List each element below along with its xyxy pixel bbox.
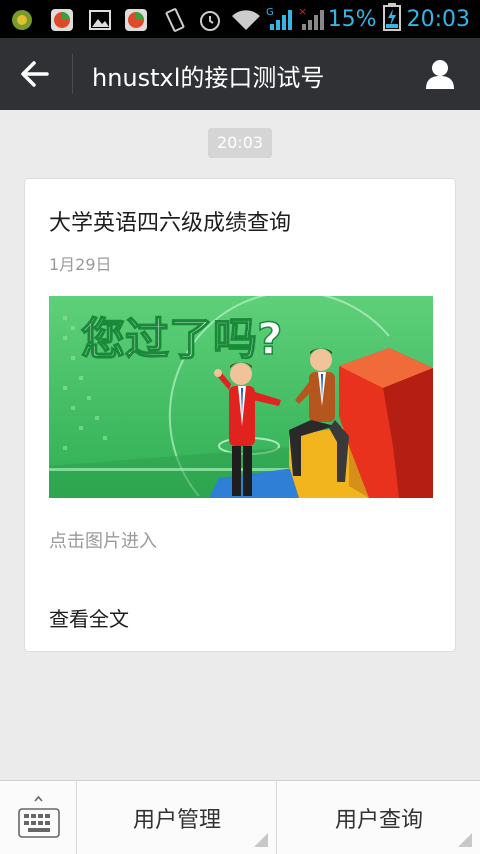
app-icon (10, 8, 34, 36)
network-type-label: G (266, 7, 274, 18)
title-bar: hnustxl的接口测试号 (0, 38, 480, 110)
read-full-text-link[interactable]: 查看全文 (49, 603, 129, 632)
menu-user-query-label: 用户查询 (334, 808, 423, 833)
alarm-icon (198, 8, 222, 36)
message-timestamp: 20:03 (208, 128, 272, 158)
app-icon-2 (50, 8, 74, 36)
submenu-indicator-icon (254, 833, 268, 847)
image-icon (88, 8, 112, 36)
page-title: hnustxl的接口测试号 (92, 64, 325, 92)
battery-charging-icon (382, 3, 401, 35)
app-icon-3 (124, 8, 148, 36)
article-cover-image[interactable]: 您过了吗? (49, 296, 433, 498)
wifi-icon (230, 8, 262, 36)
menu-user-management-label: 用户管理 (132, 808, 221, 833)
vibrate-icon (162, 8, 188, 36)
back-button[interactable] (12, 52, 58, 96)
article-date: 1月29日 (49, 255, 112, 274)
profile-button[interactable] (420, 54, 460, 94)
svg-text:×: × (298, 6, 307, 18)
submenu-indicator-icon (458, 833, 472, 847)
battery-percent: 15% (327, 6, 377, 32)
clock: 20:03 (406, 6, 470, 32)
status-right-group: 15% 20:03 (327, 3, 470, 35)
cover-headline: 您过了吗? (81, 314, 283, 365)
signal-icon: G (266, 6, 296, 36)
menu-user-management[interactable]: 用户管理 (78, 781, 277, 854)
article-card[interactable]: 大学英语四六级成绩查询 1月29日 您过了吗? 点击图片进入 查看全文 (24, 178, 456, 652)
back-arrow-icon (21, 61, 49, 87)
bottom-menu-bar: 用户管理 用户查询 (0, 780, 480, 854)
image-hint: 点击图片进入 (49, 531, 157, 552)
title-divider (72, 54, 73, 94)
keyboard-icon (18, 795, 60, 838)
status-bar: G × 15% 20:03 (0, 0, 480, 38)
menu-user-query[interactable]: 用户查询 (278, 781, 480, 854)
keyboard-toggle-button[interactable] (0, 781, 77, 854)
signal-off-icon: × (298, 5, 328, 36)
person-icon (426, 60, 454, 89)
article-title: 大学英语四六级成绩查询 (49, 211, 292, 236)
